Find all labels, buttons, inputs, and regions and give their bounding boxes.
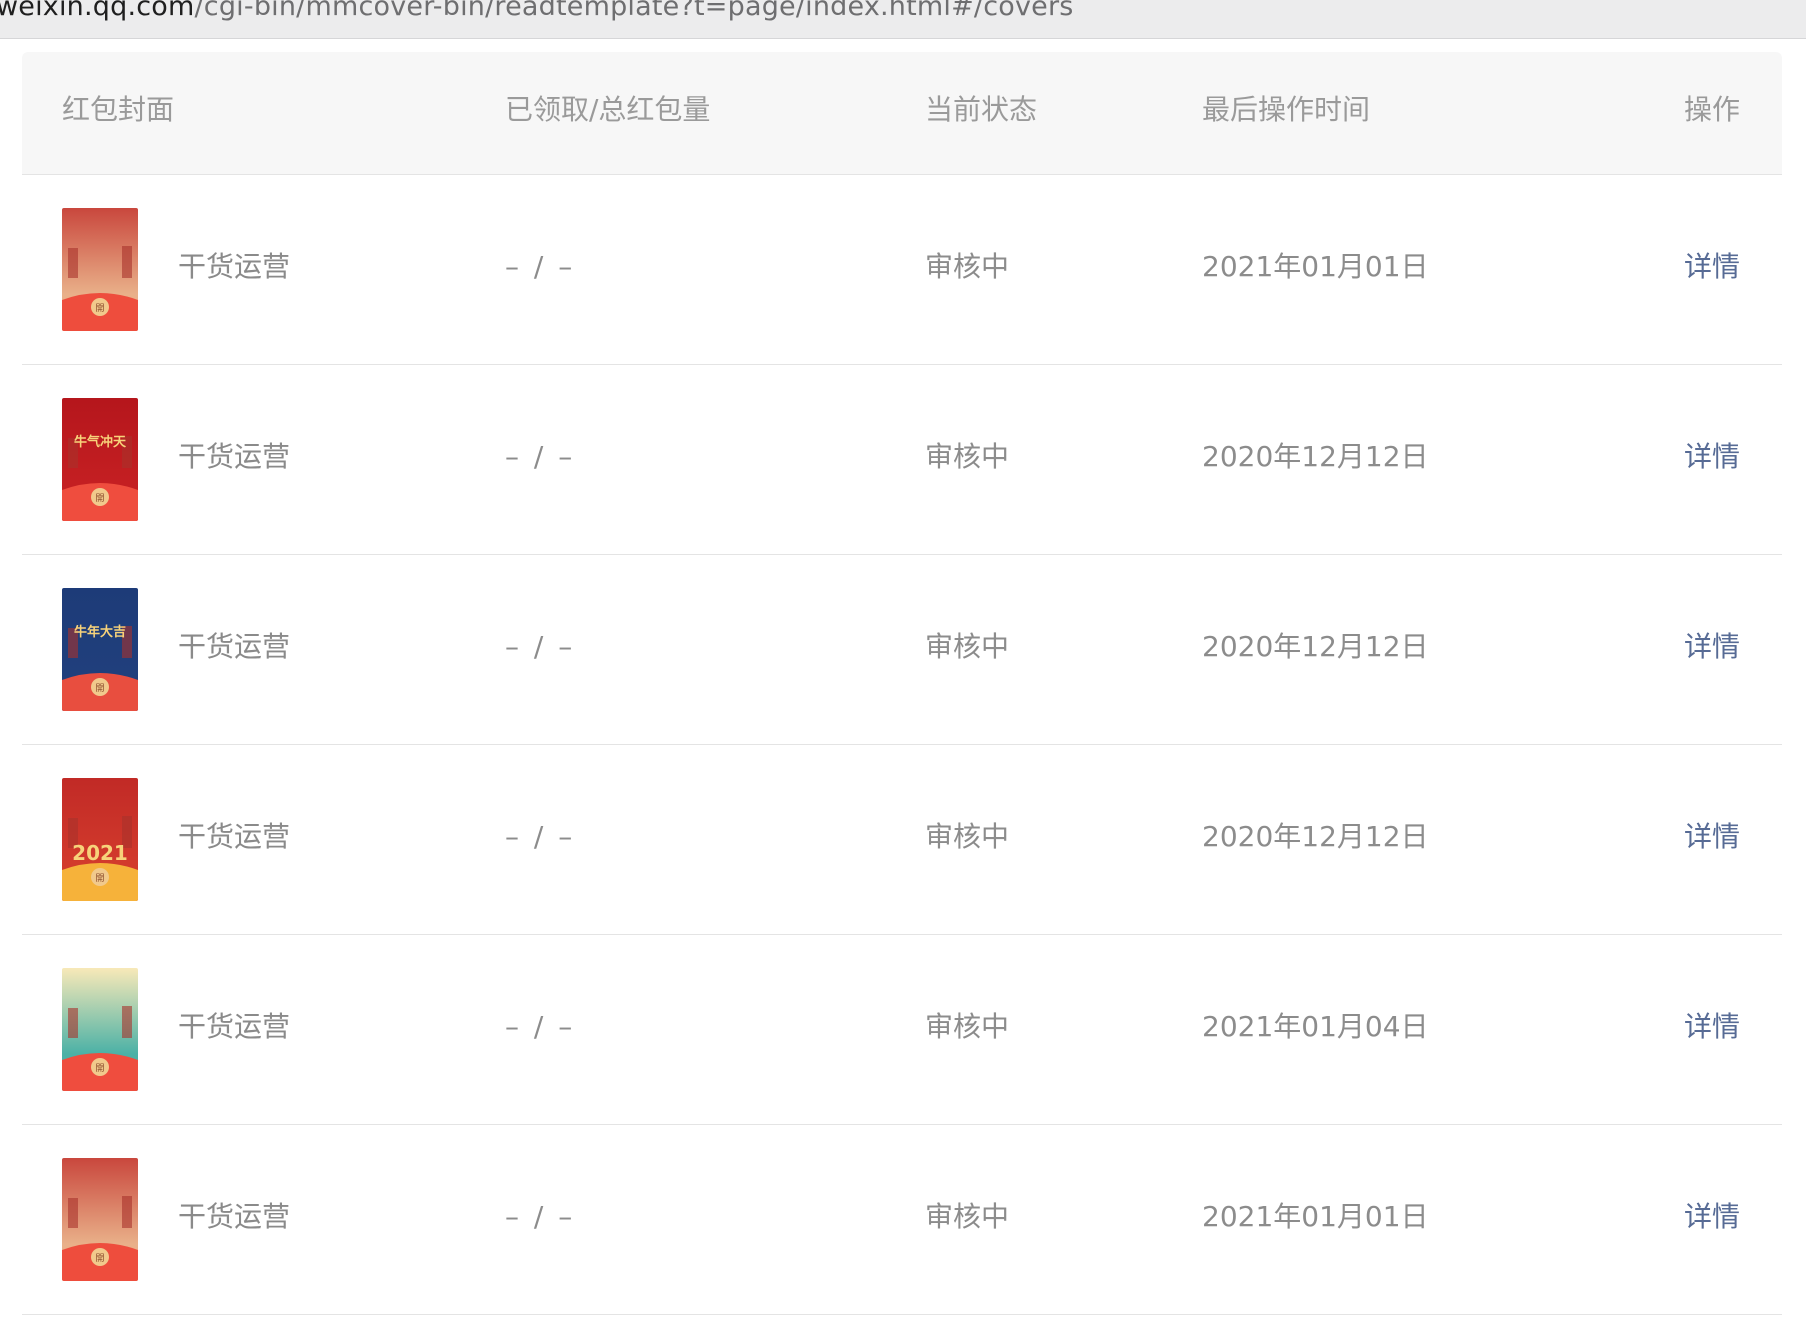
url-host: weixin.qq.com xyxy=(0,0,195,22)
svg-text:開: 開 xyxy=(95,493,104,504)
cover-name: 干货运营 xyxy=(178,1010,291,1043)
details-link[interactable]: 详情 xyxy=(1684,823,1740,851)
claimed-total-value: – / – xyxy=(505,440,576,473)
header-cover: 红包封面 xyxy=(62,93,175,126)
svg-text:牛气冲天: 牛气冲天 xyxy=(74,434,127,450)
table-header: 红包封面 已领取/总红包量 当前状态 最后操作时间 操作 xyxy=(22,52,1782,175)
svg-text:牛年大吉: 牛年大吉 xyxy=(74,624,126,640)
table-row: 開 干货运营 – / – 审核中 2021年01月01日 详情 xyxy=(22,175,1782,365)
details-link[interactable]: 详情 xyxy=(1684,253,1740,281)
festival-street-cover-thumbnail: 開 xyxy=(62,208,138,331)
details-link[interactable]: 详情 xyxy=(1684,443,1740,471)
festival-street-cover-thumbnail: 開 xyxy=(62,1158,138,1281)
status-text: 审核中 xyxy=(925,440,1010,473)
claimed-total-value: – / – xyxy=(505,820,576,853)
ox-year-red-cover-thumbnail: 牛气冲天開 xyxy=(62,398,138,521)
claimed-total-value: – / – xyxy=(505,1200,576,1233)
svg-text:開: 開 xyxy=(95,873,104,884)
last-op-time: 2020年12月12日 xyxy=(1202,440,1429,473)
cartoon-girl-cover-thumbnail: 開 xyxy=(62,968,138,1091)
details-link[interactable]: 详情 xyxy=(1684,1013,1740,1041)
details-link[interactable]: 详情 xyxy=(1684,633,1740,661)
svg-text:開: 開 xyxy=(95,1253,104,1264)
cover-name: 干货运营 xyxy=(178,1200,291,1233)
header-action: 操作 xyxy=(1684,93,1741,126)
table-body: 開 干货运营 – / – 审核中 2021年01月01日 详情 牛气冲天開 干货… xyxy=(22,175,1782,1315)
header-claimed-total: 已领取/总红包量 xyxy=(505,93,711,126)
browser-address-bar[interactable]: weixin.qq.com/cgi-bin/mmcover-bin/readte… xyxy=(0,0,1806,39)
status-text: 审核中 xyxy=(925,250,1010,283)
svg-text:開: 開 xyxy=(95,1063,104,1074)
cover-name: 干货运营 xyxy=(178,820,291,853)
url-text[interactable]: weixin.qq.com/cgi-bin/mmcover-bin/readte… xyxy=(0,0,1074,22)
last-op-time: 2020年12月12日 xyxy=(1202,820,1429,853)
header-status: 当前状态 xyxy=(925,93,1038,126)
red-packet-covers-table: 红包封面 已领取/总红包量 当前状态 最后操作时间 操作 開 干货运营 – / … xyxy=(22,52,1782,1315)
status-text: 审核中 xyxy=(925,1200,1010,1233)
header-last-op-time: 最后操作时间 xyxy=(1202,93,1371,126)
claimed-total-value: – / – xyxy=(505,1010,576,1043)
table-row: 開 干货运营 – / – 审核中 2021年01月01日 详情 xyxy=(22,1125,1782,1315)
svg-text:2021: 2021 xyxy=(72,841,128,865)
last-op-time: 2021年01月04日 xyxy=(1202,1010,1429,1043)
status-text: 审核中 xyxy=(925,1010,1010,1043)
last-op-time: 2020年12月12日 xyxy=(1202,630,1429,663)
details-link[interactable]: 详情 xyxy=(1684,1203,1740,1231)
claimed-total-value: – / – xyxy=(505,630,576,663)
table-row: 開 干货运营 – / – 审核中 2021年01月04日 详情 xyxy=(22,935,1782,1125)
blue-night-cover-thumbnail: 牛年大吉開 xyxy=(62,588,138,711)
last-op-time: 2021年01月01日 xyxy=(1202,1200,1429,1233)
cover-name: 干货运营 xyxy=(178,630,291,663)
table-row: 2021 開 干货运营 – / – 审核中 2020年12月12日 详情 xyxy=(22,745,1782,935)
cover-name: 干货运营 xyxy=(178,250,291,283)
cover-name: 干货运营 xyxy=(178,440,291,473)
claimed-total-value: – / – xyxy=(505,250,576,283)
status-text: 审核中 xyxy=(925,820,1010,853)
svg-text:開: 開 xyxy=(95,303,104,314)
svg-text:開: 開 xyxy=(95,683,104,694)
table-row: 牛年大吉開 干货运营 – / – 审核中 2020年12月12日 详情 xyxy=(22,555,1782,745)
url-path: /cgi-bin/mmcover-bin/readtemplate?t=page… xyxy=(194,0,1074,22)
last-op-time: 2021年01月01日 xyxy=(1202,250,1429,283)
table-row: 牛气冲天開 干货运营 – / – 审核中 2020年12月12日 详情 xyxy=(22,365,1782,555)
status-text: 审核中 xyxy=(925,630,1010,663)
2021-red-cover-thumbnail: 2021 開 xyxy=(62,778,138,901)
